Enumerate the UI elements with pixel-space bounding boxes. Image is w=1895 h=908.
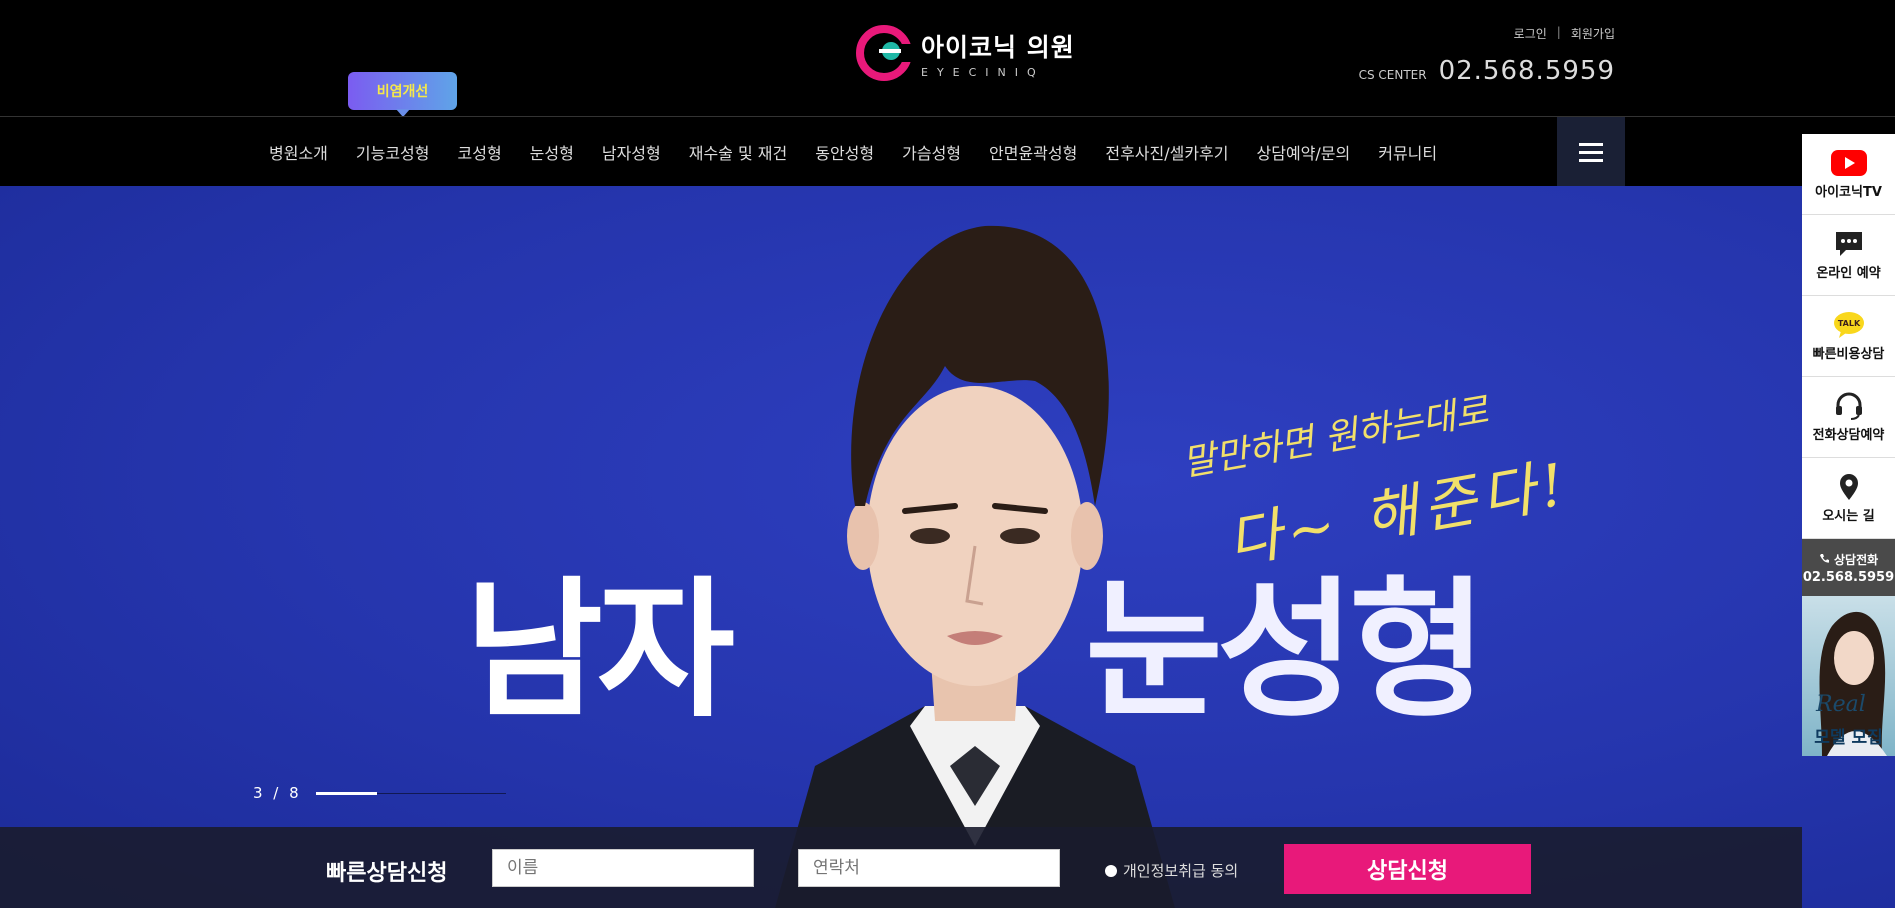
hamburger-menu-button[interactable] <box>1557 117 1625 187</box>
banner-real-text: Real <box>1816 692 1866 717</box>
cs-label: CS CENTER <box>1358 68 1427 82</box>
nav-item-before-after[interactable]: 전후사진/셀카후기 <box>1091 140 1242 164</box>
quick-menu-directions[interactable]: 오시는 길 <box>1802 458 1895 539</box>
signup-link[interactable]: 회원가입 <box>1571 25 1615 42</box>
quick-menu-call[interactable]: 상담전화 02.568.5959 <box>1802 539 1895 596</box>
nav-item-breast[interactable]: 가슴성형 <box>888 140 975 164</box>
nav-item-nose[interactable]: 코성형 <box>444 140 516 164</box>
nav-item-functional-nose[interactable]: 기능코성형 <box>342 140 444 164</box>
nav-item-anti-aging[interactable]: 동안성형 <box>801 140 888 164</box>
call-number: 02.568.5959 <box>1802 569 1895 585</box>
name-input[interactable] <box>492 849 754 887</box>
top-header: 아이코닉 의원 EYECINIQ 로그인 | 회원가입 CS CENTER 02… <box>0 0 1895 117</box>
quick-menu-online-reservation[interactable]: 온라인 예약 <box>1802 215 1895 296</box>
cs-center: CS CENTER 02.568.5959 <box>1359 56 1615 86</box>
nav-item-eye[interactable]: 눈성형 <box>516 140 588 164</box>
logo-eng: EYECINIQ <box>921 65 1045 79</box>
call-label-text: 상담전화 <box>1834 552 1879 567</box>
nav-item-men[interactable]: 남자성형 <box>588 140 675 164</box>
consult-submit-button[interactable]: 상담신청 <box>1284 844 1531 894</box>
nav-list: 병원소개 기능코성형 코성형 눈성형 남자성형 재수술 및 재건 동안성형 가슴… <box>255 117 1451 187</box>
privacy-agree-radio[interactable] <box>1105 864 1117 877</box>
hero-banner[interactable]: 남자 눈성형 말만하면 원하는대로 다~ 해준다! 3 / 8 <box>0 186 1895 908</box>
kakao-talk-icon: TALK <box>1831 311 1867 339</box>
login-link[interactable]: 로그인 <box>1514 25 1547 42</box>
quick-menu-phone-reservation[interactable]: 전화상담예약 <box>1802 377 1895 458</box>
logo-name: 아이코닉 의원 <box>921 32 1075 62</box>
logo-icon <box>856 25 912 81</box>
chat-icon <box>1831 230 1867 258</box>
nav-item-consult[interactable]: 상담예약/문의 <box>1243 140 1365 164</box>
privacy-agree[interactable]: 개인정보취급 동의 <box>1105 860 1238 881</box>
map-pin-icon <box>1831 473 1867 501</box>
quick-menu-kakao[interactable]: TALK 빠른비용상담 <box>1802 296 1895 377</box>
quick-menu-label: 아이코닉TV <box>1815 184 1882 200</box>
phone-input[interactable] <box>798 849 1060 887</box>
nav-item-community[interactable]: 커뮤니티 <box>1364 140 1451 164</box>
quick-consult-bar: 빠른상담신청 개인정보취급 동의 상담신청 <box>0 827 1802 908</box>
svg-text:TALK: TALK <box>1837 319 1860 328</box>
headset-icon <box>1831 392 1867 420</box>
quick-menu: 아이코닉TV 온라인 예약 TALK 빠른비용상담 전화상담예약 오시는 길 상… <box>1802 134 1895 756</box>
quick-menu-label: 빠른비용상담 <box>1812 346 1885 362</box>
nav-item-facial-contour[interactable]: 안면윤곽성형 <box>975 140 1091 164</box>
cs-number[interactable]: 02.568.5959 <box>1439 56 1615 86</box>
model-recruit-banner[interactable]: Real 모델 모집 <box>1802 596 1895 756</box>
consult-title: 빠른상담신청 <box>326 861 448 886</box>
promo-tag[interactable]: 비염개선 <box>348 72 457 117</box>
model-photo <box>775 225 1175 908</box>
hero-title-right: 눈성형 <box>1085 564 1487 738</box>
hero-title-left: 남자 <box>465 564 735 738</box>
slide-progress-bar <box>316 792 377 795</box>
slide-counter: 3 / 8 <box>253 784 302 802</box>
quick-menu-youtube[interactable]: 아이코닉TV <box>1802 134 1895 215</box>
call-label: 상담전화 <box>1819 551 1878 568</box>
phone-icon <box>1819 553 1829 563</box>
main-nav: 병원소개 기능코성형 코성형 눈성형 남자성형 재수술 및 재건 동안성형 가슴… <box>0 116 1895 187</box>
util-links: 로그인 | 회원가입 <box>1514 25 1615 42</box>
privacy-agree-label: 개인정보취급 동의 <box>1123 862 1239 880</box>
nav-item-hospital-intro[interactable]: 병원소개 <box>255 140 342 164</box>
banner-recruit-text: 모델 모집 <box>1814 728 1883 748</box>
logo[interactable]: 아이코닉 의원 EYECINIQ <box>855 24 1075 82</box>
youtube-icon <box>1830 149 1867 177</box>
util-separator: | <box>1556 25 1561 39</box>
hamburger-icon <box>1579 142 1603 146</box>
quick-menu-label: 오시는 길 <box>1822 508 1875 524</box>
quick-menu-label: 온라인 예약 <box>1816 265 1881 281</box>
quick-menu-label: 전화상담예약 <box>1812 427 1885 443</box>
nav-item-revision[interactable]: 재수술 및 재건 <box>675 140 802 164</box>
